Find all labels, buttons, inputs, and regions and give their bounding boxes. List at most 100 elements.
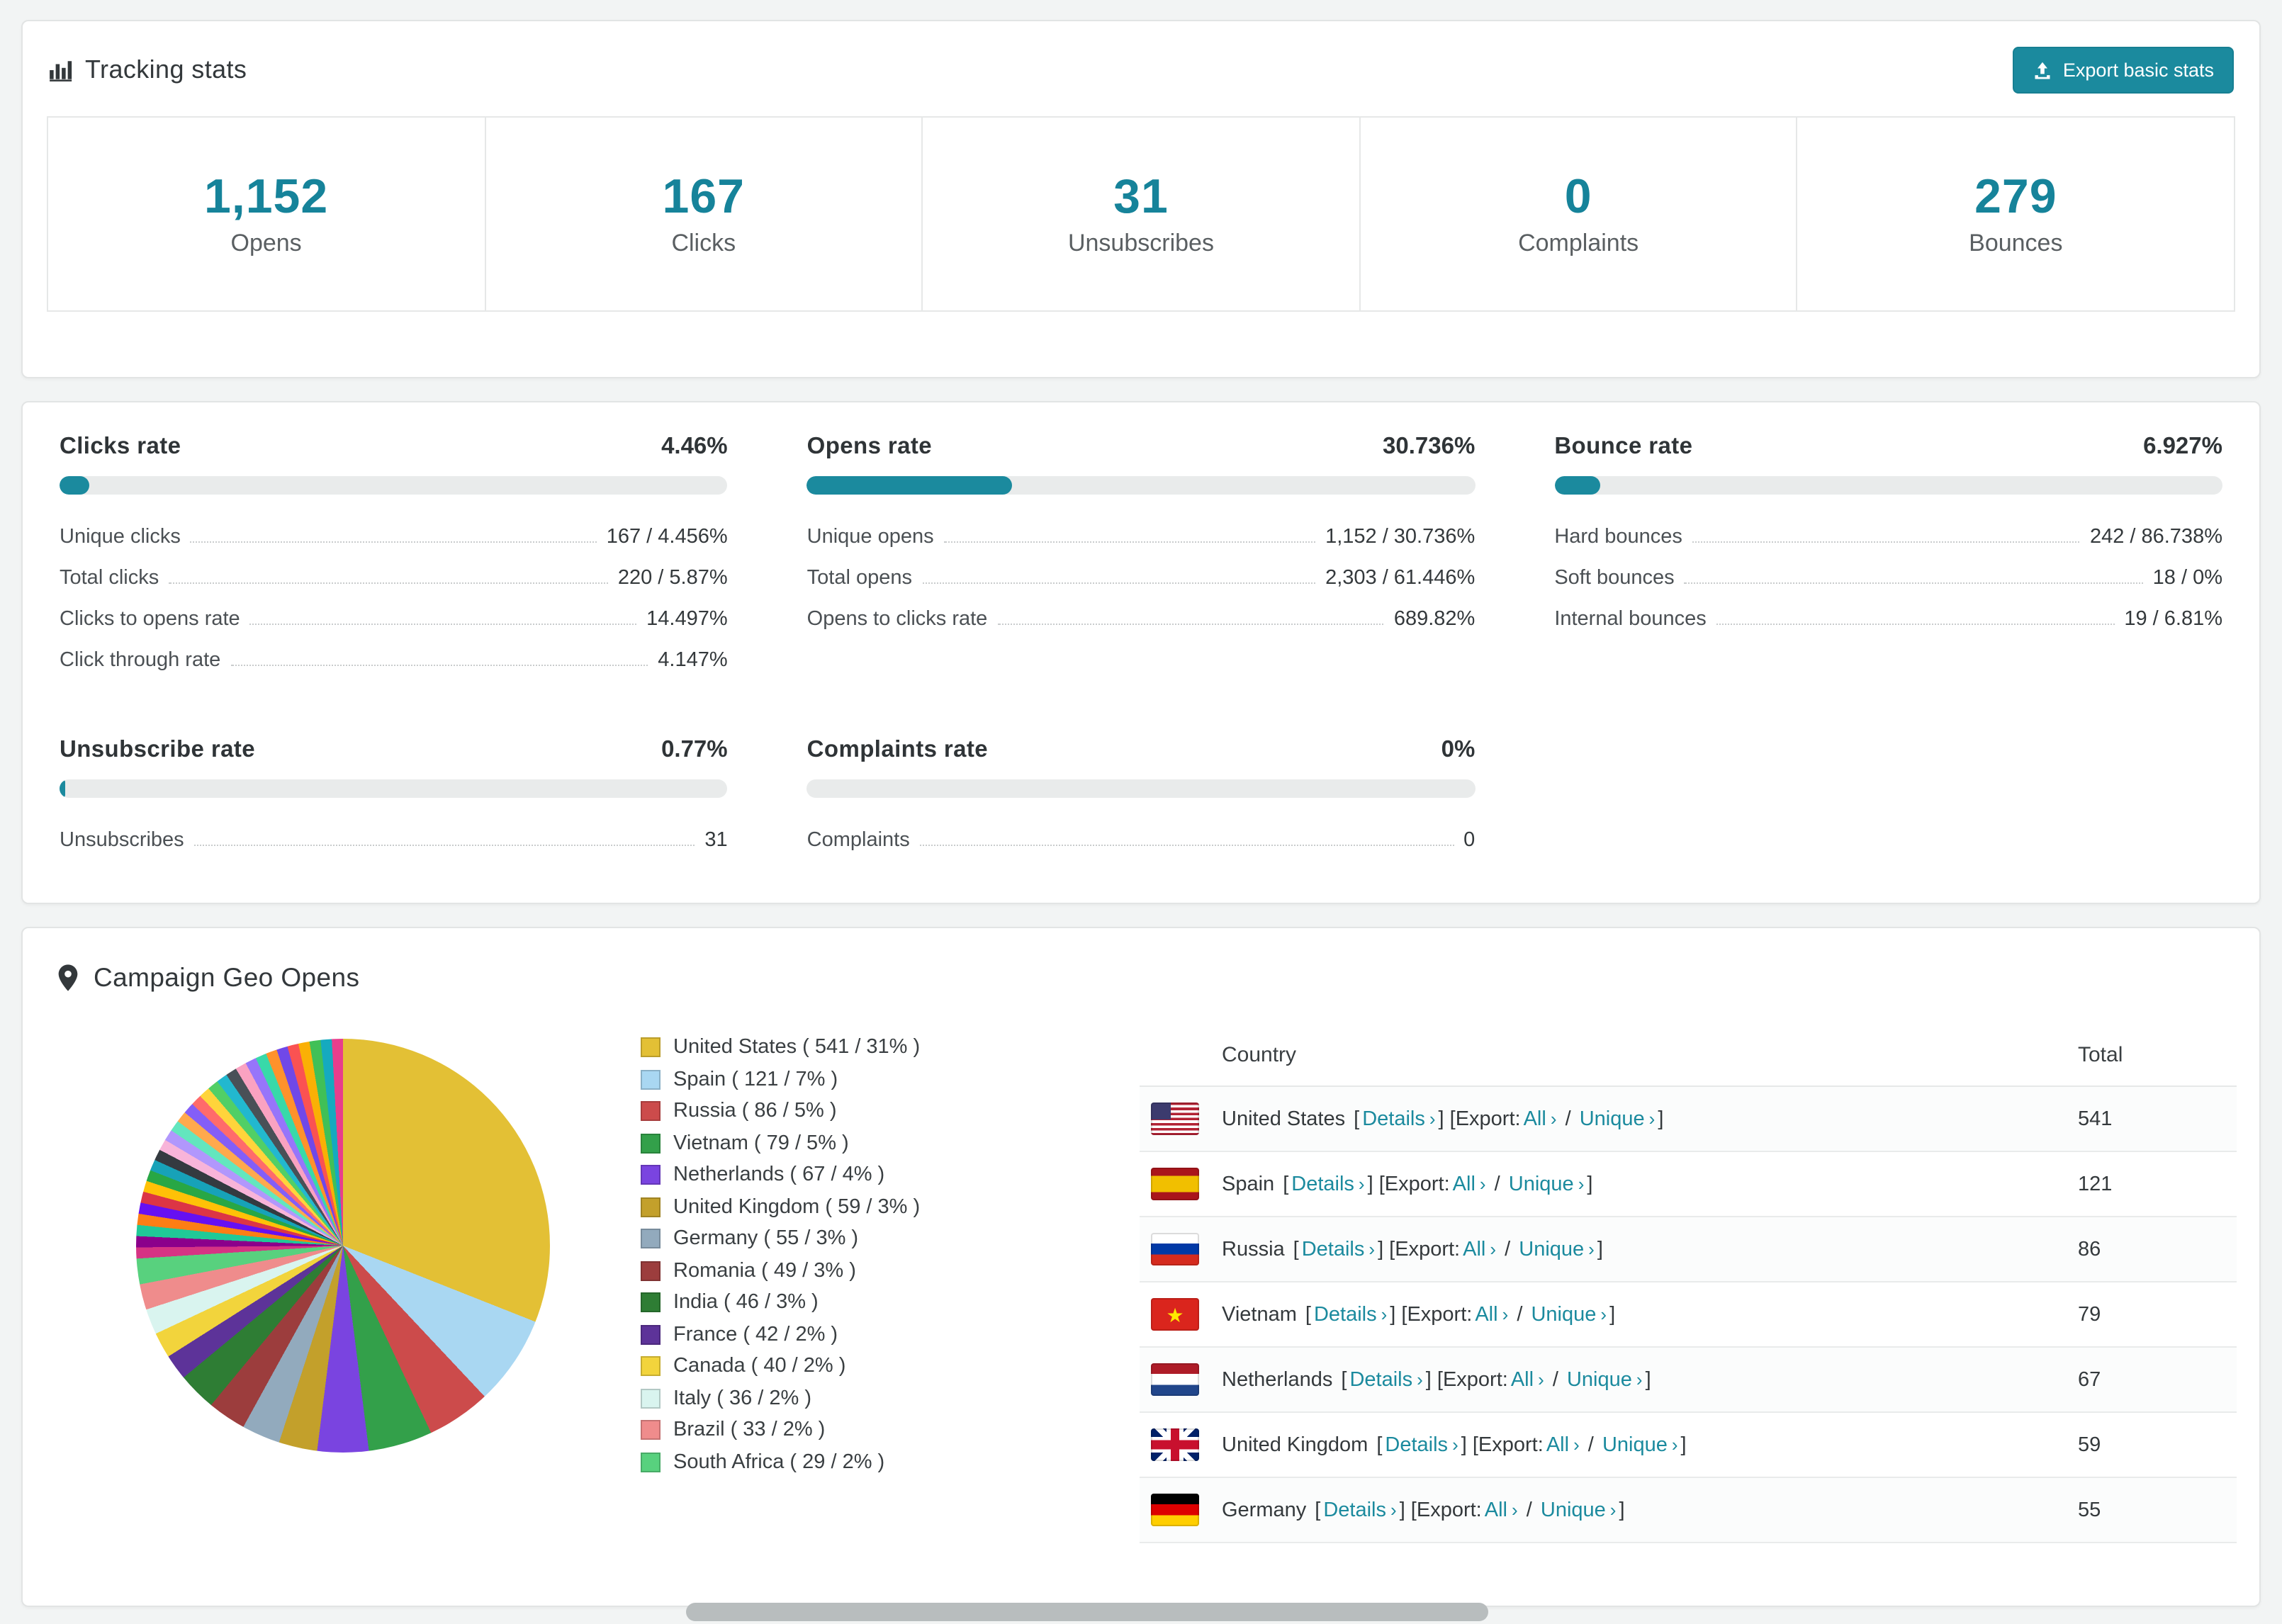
country-name: United States (1222, 1107, 1346, 1130)
complaints-rate-panel: Complaints rate 0% Complaints 0 (806, 737, 1476, 860)
chevron-right-icon: › (1358, 1173, 1365, 1194)
legend-swatch (641, 1069, 661, 1089)
unsubscribes-label: Unsubscribes (1067, 230, 1214, 256)
country-total: 86 (2067, 1217, 2237, 1282)
chevron-right-icon: › (1573, 1433, 1580, 1455)
export-all-link[interactable]: All › (1546, 1433, 1580, 1456)
export-unique-link[interactable]: Unique › (1602, 1433, 1678, 1456)
export-all-link[interactable]: All › (1475, 1303, 1508, 1326)
details-link[interactable]: Details › (1362, 1107, 1435, 1130)
rate-value: 4.46% (661, 434, 728, 459)
legend-item: Russia ( 86 / 5% ) (641, 1100, 1140, 1122)
opens-rate-panel: Opens rate 30.736% Unique opens 1,152 / 3… (806, 434, 1476, 680)
flag-germany-icon (1151, 1494, 1199, 1526)
stat-row: Unique opens 1,152 / 30.736% (806, 525, 1476, 548)
flag-united-states-icon (1151, 1103, 1199, 1135)
details-link[interactable]: Details › (1385, 1433, 1458, 1456)
clicks-rate-progress-bar (60, 476, 728, 495)
stat-bounces: 279 Bounces (1798, 118, 2234, 310)
country-name: Netherlands (1222, 1368, 1333, 1391)
stat-row: Total opens 2,303 / 61.446% (806, 566, 1476, 589)
unsubscribe-rate-progress-bar (60, 779, 728, 798)
bounces-count: 279 (1974, 170, 2057, 224)
dotted-leader (943, 541, 1316, 542)
table-row: United States [Details ›] [Export: All › / … (1140, 1086, 2237, 1152)
rate-title: Clicks rate (60, 434, 181, 459)
export-unique-link[interactable]: Unique › (1519, 1238, 1595, 1261)
country-total: 55 (2067, 1477, 2237, 1543)
legend-swatch (641, 1420, 661, 1440)
chevron-right-icon: › (1538, 1368, 1544, 1389)
flag-russia-icon (1151, 1233, 1199, 1265)
country-name: Spain (1222, 1173, 1275, 1195)
clicks-rate-panel: Clicks rate 4.46% Unique clicks 167 / 4.4… (60, 434, 728, 680)
legend-swatch (641, 1356, 661, 1376)
clicks-count: 167 (662, 170, 745, 224)
legend-swatch (641, 1037, 661, 1057)
export-button-label: Export basic stats (2062, 60, 2214, 81)
legend-swatch (641, 1388, 661, 1408)
rate-value: 6.927% (2143, 434, 2222, 459)
chevron-right-icon: › (1512, 1499, 1518, 1520)
rate-value: 30.736% (1383, 434, 1476, 459)
legend-item: United Kingdom ( 59 / 3% ) (641, 1195, 1140, 1218)
tracking-stats-card: Tracking stats Export basic stats 1,152 … (21, 20, 2261, 378)
chevron-right-icon: › (1368, 1238, 1376, 1259)
legend-swatch (641, 1261, 661, 1280)
stat-unsubscribes: 31 Unsubscribes (923, 118, 1361, 310)
dotted-leader (193, 844, 695, 845)
chevron-right-icon: › (1636, 1368, 1643, 1389)
country-total: 67 (2067, 1347, 2237, 1413)
dotted-leader (169, 582, 608, 583)
country-name: United Kingdom (1222, 1433, 1368, 1456)
details-link[interactable]: Details › (1302, 1238, 1375, 1261)
unsubscribes-count: 31 (1113, 170, 1169, 224)
country-name: Russia (1222, 1238, 1285, 1261)
export-unique-link[interactable]: Unique › (1509, 1173, 1585, 1195)
rate-title: Opens rate (806, 434, 933, 459)
legend-item: Brazil ( 33 / 2% ) (641, 1419, 1140, 1441)
bar-chart-icon (50, 61, 72, 81)
horizontal-scrollbar-thumb[interactable] (686, 1603, 1488, 1621)
export-unique-link[interactable]: Unique › (1567, 1368, 1643, 1391)
progress-fill (60, 779, 65, 798)
country-total: 79 (2067, 1282, 2237, 1348)
chevron-right-icon: › (1390, 1499, 1397, 1520)
export-unique-link[interactable]: Unique › (1580, 1107, 1656, 1130)
export-all-link[interactable]: All › (1463, 1238, 1496, 1261)
geo-pie-chart (136, 1039, 550, 1453)
geo-opens-card: Campaign Geo Opens United States ( 541 /… (21, 927, 2261, 1607)
export-all-link[interactable]: All › (1485, 1499, 1518, 1521)
export-basic-stats-button[interactable]: Export basic stats (2013, 47, 2234, 94)
export-unique-link[interactable]: Unique › (1531, 1303, 1607, 1326)
clicks-label: Clicks (671, 230, 736, 256)
legend-item: Vietnam ( 79 / 5% ) (641, 1132, 1140, 1154)
table-row: Spain [Details ›] [Export: All › / Unique ›]… (1140, 1151, 2237, 1217)
card-title-text: Tracking stats (85, 55, 247, 84)
legend-swatch (641, 1324, 661, 1344)
export-all-link[interactable]: All › (1524, 1107, 1557, 1130)
dotted-leader (922, 582, 1316, 583)
dotted-leader (997, 623, 1384, 624)
unsubscribe-rate-panel: Unsubscribe rate 0.77% Unsubscribes 31 (60, 737, 728, 860)
chevron-right-icon: › (1490, 1238, 1497, 1259)
chevron-right-icon: › (1479, 1173, 1486, 1194)
export-all-link[interactable]: All › (1511, 1368, 1544, 1391)
dotted-leader (919, 844, 1454, 845)
stat-complaints: 0 Complaints (1361, 118, 1798, 310)
details-link[interactable]: Details › (1349, 1368, 1422, 1391)
chevron-right-icon: › (1578, 1173, 1585, 1194)
export-all-link[interactable]: All › (1453, 1173, 1486, 1195)
legend-item: Spain ( 121 / 7% ) (641, 1068, 1140, 1090)
complaints-label: Complaints (1518, 230, 1639, 256)
stat-row: Opens to clicks rate 689.82% (806, 607, 1476, 630)
details-link[interactable]: Details › (1323, 1499, 1396, 1521)
details-link[interactable]: Details › (1291, 1173, 1364, 1195)
details-link[interactable]: Details › (1314, 1303, 1387, 1326)
table-row: Germany [Details ›] [Export: All › / Unique… (1140, 1477, 2237, 1543)
stat-row: Soft bounces 18 / 0% (1554, 566, 2222, 589)
export-unique-link[interactable]: Unique › (1541, 1499, 1617, 1521)
rates-card: Clicks rate 4.46% Unique clicks 167 / 4.4… (21, 401, 2261, 904)
dotted-leader (190, 541, 597, 542)
country-name: Germany (1222, 1499, 1307, 1521)
